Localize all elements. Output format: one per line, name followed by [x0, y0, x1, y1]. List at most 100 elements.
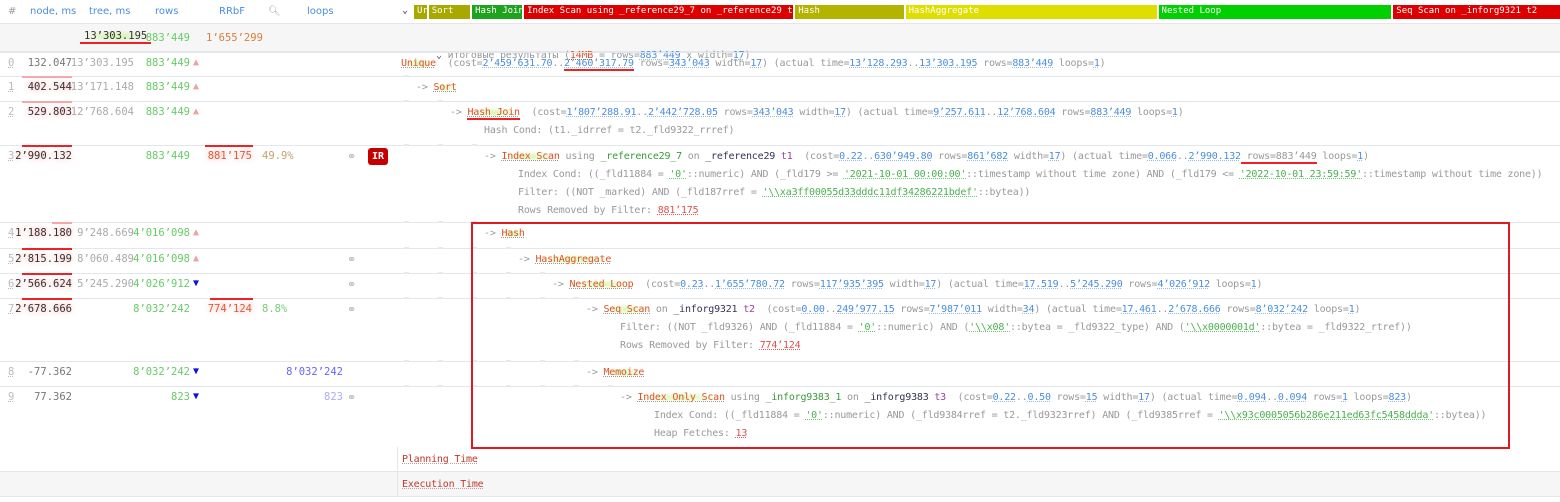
plan-text: loops= [1347, 392, 1389, 403]
plan-text: ::timestamp without time zone)) [1362, 169, 1543, 180]
plan-text: Filter: ((NOT _fld9326) AND (_fld11884 = [620, 322, 859, 333]
execution-time-label[interactable]: Execution Time [402, 479, 484, 490]
planning-time-label[interactable]: Planning Time [402, 454, 478, 465]
tree-ms: 12’768.604 [70, 106, 134, 118]
link-icon[interactable]: ⚭ [347, 391, 356, 404]
timeline-segment[interactable]: Index Scan using _reference29_7 on _refe… [524, 5, 794, 19]
index-recommendation-badge[interactable]: IR [368, 148, 389, 165]
table-row[interactable]: 8 -77.362 8’032’242 ▼ 8’032’242 -> Memoize [0, 360, 1560, 378]
rows-count: 4’016’098 [133, 253, 190, 265]
node-type-link[interactable]: Hash [501, 228, 525, 239]
timeline-segment[interactable]: Seq Scan on _inforg9321 t2 [1393, 5, 1560, 19]
plan-text: ::numeric) AND (_fld179 >= [686, 169, 844, 180]
row-index[interactable]: 8 [8, 366, 14, 378]
table-row[interactable]: 9 77.362 823 ▼ 823 ⚭ -> Index Only Scan using … [0, 385, 1560, 439]
plan-value: 823 [1388, 392, 1407, 403]
timeline-segment[interactable]: Sort [428, 5, 471, 19]
node-type-link[interactable]: Index Scan [501, 151, 560, 162]
plan-text: ) (actual time= [761, 58, 850, 69]
literal-value: '\\x08' [969, 322, 1011, 333]
plan-text: ) (actual time= [1149, 392, 1238, 403]
plan-text: -> [552, 279, 570, 290]
node-type-link[interactable]: Nested Loop [569, 279, 634, 290]
filter-percent: 8.8% [262, 303, 288, 315]
plan-text: width= [793, 107, 835, 118]
arrow-up-icon: ▲ [193, 253, 200, 264]
link-icon[interactable]: ⚭ [347, 253, 356, 266]
plan-value: 17 [924, 279, 937, 290]
node-ms: -77.362 [27, 366, 72, 378]
timeline-segment[interactable]: Hash Join [472, 5, 523, 19]
rows-count: 8’032’242 [133, 303, 190, 315]
table-row[interactable]: 6 2’566.624 5’245.290 4’026’912 ▼ ⚭ -> Nested … [0, 272, 1560, 291]
tree-ms: 13’171.148 [70, 81, 134, 93]
table-row[interactable]: 3 2’990.132 883’449 881’175 49.9% ⚭ IR -> Index… [0, 144, 1560, 216]
timeline-segment[interactable]: Hash [795, 5, 904, 19]
row-index[interactable]: 0 [8, 57, 14, 69]
table-row[interactable]: 2 529.803 12’768.604 883’449 ▲ -> Hash Join (… [0, 100, 1560, 136]
plan-text: on [650, 304, 674, 315]
plan-text: .. [636, 107, 648, 118]
total-rows: 883’449 [145, 32, 190, 44]
plan-text: (cost= [792, 151, 840, 162]
row-index[interactable]: 5 [8, 253, 14, 265]
plan-value: 0.23 [680, 279, 704, 290]
timeline-segment[interactable]: Nested Loop [1158, 5, 1392, 19]
node-type-link[interactable]: Unique [401, 58, 436, 69]
plan-text: .. [1015, 392, 1028, 403]
table-row[interactable]: 0 132.047 13’303.195 883’449 ▲ Unique (cost=2… [0, 52, 1560, 71]
table-row[interactable]: 5 2’815.199 8’060.489 4’016’098 ▲ ⚭ -> HashAgg… [0, 247, 1560, 266]
plan-node-detail: Filter: ((NOT _marked) AND (_fld187rref … [398, 184, 1560, 202]
plan-text: width= [709, 58, 751, 69]
totals-summary: ⌄ итоговые результаты (14MB = rows=883’4… [397, 24, 1560, 61]
row-index[interactable]: 6 [8, 278, 14, 290]
plan-text: rows= [1055, 107, 1091, 118]
node-type-link[interactable]: Sort [433, 82, 457, 93]
plan-value: 7’987’011 [929, 304, 983, 315]
link-icon[interactable]: ⚭ [347, 278, 356, 291]
search-icon[interactable]: 🔍︎ [268, 6, 281, 17]
plan-text: ::numeric) AND (_fld9384rref = t2._fld93… [822, 410, 1219, 421]
row-index[interactable]: 9 [8, 391, 14, 403]
plan-text: ) (actual time= [1034, 304, 1122, 315]
node-type-link[interactable]: Seq Scan [603, 304, 650, 315]
arrow-up-icon: ▲ [193, 227, 200, 238]
col-rrbf[interactable]: RRbF [219, 6, 245, 17]
timeline-segment[interactable]: Ur [414, 5, 427, 19]
plan-text: ) [1406, 392, 1412, 403]
table-row[interactable]: 1 402.544 13’171.148 883’449 ▲ -> Sort [0, 75, 1560, 93]
col-rows[interactable]: rows [155, 6, 178, 17]
chevron-down-icon[interactable]: ⌄ [402, 5, 412, 19]
plan-text: rows= [633, 58, 669, 69]
plan-node-header: -> Index Only Scan using _inforg9383_1 o… [398, 386, 1560, 407]
planning-time-row: Planning Time [0, 447, 1560, 472]
node-type-link[interactable]: Index Only Scan [637, 392, 725, 403]
row-index[interactable]: 7 [8, 303, 14, 315]
table-row[interactable]: 4 1’188.180 9’248.669 4’016’098 ▲ -> Hash [0, 221, 1560, 239]
col-node-ms[interactable]: node, ms [30, 6, 76, 17]
row-index[interactable]: 4 [8, 227, 14, 239]
col-loops[interactable]: loops [307, 6, 334, 17]
node-type-link[interactable]: Hash Join [467, 107, 520, 120]
plan-text: ) [1177, 107, 1184, 118]
node-type-link[interactable]: HashAggregate [535, 254, 611, 265]
row-index[interactable]: 1 [8, 81, 14, 93]
link-icon[interactable]: ⚭ [347, 150, 356, 163]
plan-text: ) (actual time= [936, 279, 1024, 290]
row-index[interactable]: 3 [8, 150, 14, 162]
plan-value: 34 [1022, 304, 1035, 315]
col-tree-ms[interactable]: tree, ms [89, 6, 130, 17]
plan-text: .. [862, 151, 875, 162]
row-index[interactable]: 2 [8, 106, 14, 118]
total-rrbf: 1’655’299 [206, 32, 263, 44]
severity-bar [52, 222, 72, 224]
node-type-link[interactable]: Memoize [603, 367, 644, 378]
arrow-down-icon: ▼ [193, 278, 200, 289]
table-row[interactable]: 7 2’678.666 8’032’242 774’124 8.8% ⚭ -> Seq Sc… [0, 297, 1560, 351]
link-icon[interactable]: ⚭ [347, 303, 356, 316]
timeline-segment[interactable]: HashAggregate [905, 5, 1157, 19]
node-ms: 529.803 [27, 106, 72, 118]
plan-text: loops= [1053, 58, 1094, 69]
plan-value: 630’949.80 [874, 151, 933, 162]
plan-text: ) [1256, 279, 1263, 290]
